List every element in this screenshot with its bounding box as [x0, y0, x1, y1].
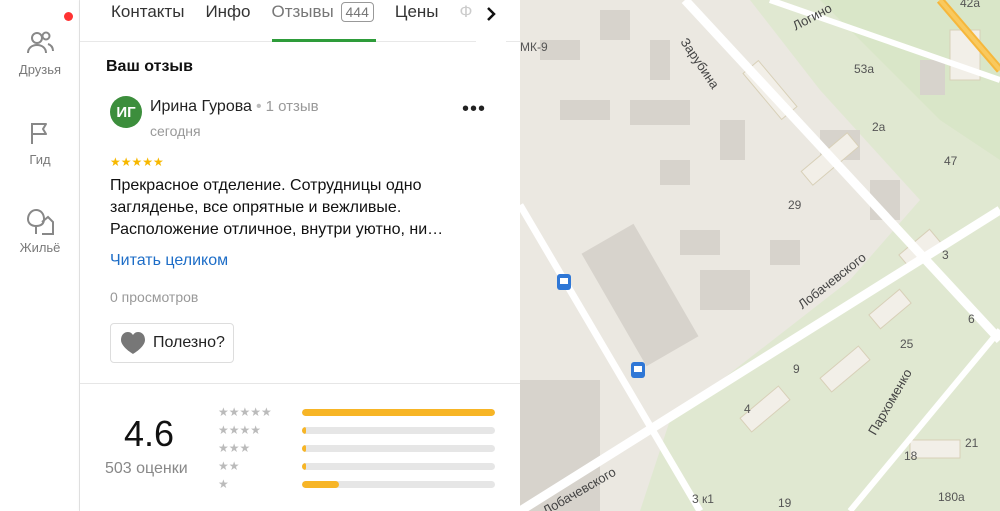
- your-review-title: Ваш отзыв: [106, 58, 193, 75]
- author-review-count: 1 отзыв: [265, 98, 319, 115]
- useful-button[interactable]: Полезно?: [110, 323, 234, 363]
- map-label-42a: 42а: [960, 0, 981, 10]
- map-label-53a: 53а: [854, 62, 875, 76]
- map-label-25: 25: [900, 337, 914, 351]
- organization-panel: Контакты Инфо Отзывы 444 Цены Ф Ваш отзы…: [80, 0, 520, 511]
- map-label-29: 29: [788, 198, 802, 212]
- tabs-scroll-right-button[interactable]: [476, 0, 506, 42]
- rating-bar-fill: [302, 444, 306, 452]
- read-more-link[interactable]: Читать целиком: [110, 252, 228, 270]
- map-label-3: 3: [942, 248, 949, 262]
- rating-bar-fill: [302, 426, 306, 434]
- rating-row-stars: ★★: [218, 459, 240, 473]
- rating-bar-track: [302, 426, 495, 434]
- house-tree-icon: [25, 206, 55, 236]
- tab-next-faded[interactable]: Ф: [460, 0, 473, 42]
- map-label-2a: 2а: [872, 120, 886, 134]
- map-label-9: 9: [793, 362, 800, 376]
- rating-bar-track: [302, 408, 495, 416]
- map-label-47: 47: [944, 154, 958, 168]
- map-label-mk9: МК-9: [520, 40, 548, 54]
- author-name[interactable]: Ирина Гурова: [150, 98, 252, 115]
- rating-bar-fill: [302, 408, 495, 416]
- chevron-right-icon: [487, 7, 496, 21]
- flag-icon: [25, 118, 55, 148]
- review-author: Ирина Гурова • 1 отзыв: [150, 98, 319, 116]
- review-stars: ★★★★★: [110, 155, 164, 169]
- useful-label: Полезно?: [153, 334, 225, 351]
- tab-contacts[interactable]: Контакты: [111, 0, 184, 42]
- rail-friends-label: Друзья: [18, 62, 62, 77]
- tab-reviews-label: Отзывы: [271, 1, 334, 21]
- rating-row-stars: ★★★★★: [218, 405, 272, 419]
- map-label-6: 6: [968, 312, 975, 326]
- rating-bar-track: [302, 480, 495, 488]
- left-rail: Друзья Гид Жильё: [0, 0, 80, 511]
- tabs-bar: Контакты Инфо Отзывы 444 Цены Ф: [80, 0, 520, 42]
- map-label-19: 19: [778, 496, 792, 510]
- rating-row-5: ★★★★★: [218, 403, 498, 421]
- rail-housing[interactable]: Жильё: [0, 206, 80, 255]
- rating-bar-track: [302, 444, 495, 452]
- notification-dot: [64, 12, 73, 21]
- avatar[interactable]: ИГ: [110, 96, 142, 128]
- rating-row-4: ★★★★: [218, 421, 498, 439]
- reviews-count-badge: 444: [340, 1, 374, 22]
- rating-bar-track: [302, 462, 495, 470]
- rating-row-stars: ★★★★: [218, 423, 262, 437]
- rail-guide[interactable]: Гид: [0, 118, 80, 167]
- rating-bar-fill: [302, 462, 306, 470]
- heart-icon: [121, 332, 145, 354]
- ratings-count: 503 оценки: [105, 460, 188, 477]
- views-count: 0 просмотров: [110, 289, 199, 305]
- separator-dot: •: [255, 98, 262, 115]
- rail-guide-label: Гид: [29, 152, 51, 167]
- more-options-icon[interactable]: •••: [462, 98, 486, 121]
- map-label-18: 18: [904, 449, 918, 463]
- divider: [80, 383, 520, 384]
- rating-row-stars: ★: [218, 477, 229, 491]
- rating-row-stars: ★★★: [218, 441, 251, 455]
- rail-housing-label: Жильё: [19, 240, 61, 255]
- map-label-3k1: 3 к1: [692, 492, 714, 506]
- map-label-21: 21: [965, 436, 979, 450]
- review-text: Прекрасное отделение. Сотрудницы одно за…: [110, 177, 444, 238]
- map-label-180a: 180а: [938, 490, 965, 504]
- map-canvas: [520, 0, 1000, 511]
- rating-bar-fill: [302, 480, 339, 488]
- map[interactable]: МК-9 42а 53а 2а 47 29 3 6 25 9 4 21 18 1…: [520, 0, 1000, 511]
- review-date: сегодня: [150, 123, 201, 139]
- tab-info[interactable]: Инфо: [205, 0, 250, 42]
- rating-row-1: ★: [218, 475, 498, 493]
- friends-icon: [25, 12, 73, 58]
- rail-friends[interactable]: Друзья: [0, 12, 80, 77]
- map-label-4: 4: [744, 402, 751, 416]
- rating-row-3: ★★★: [218, 439, 498, 457]
- rating-row-2: ★★: [218, 457, 498, 475]
- tab-prices[interactable]: Цены: [395, 0, 439, 42]
- tab-reviews[interactable]: Отзывы 444: [271, 0, 377, 42]
- average-rating: 4.6: [124, 413, 175, 454]
